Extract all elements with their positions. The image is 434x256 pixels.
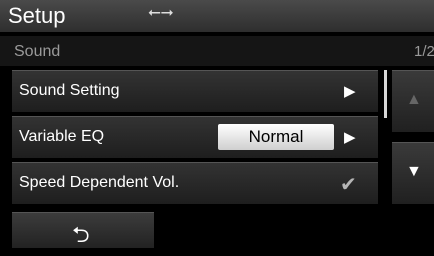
back-arrow-icon: ⮌ bbox=[72, 222, 90, 247]
right-arrow-icon: ▶ bbox=[344, 83, 356, 100]
section-title: Sound bbox=[14, 43, 61, 60]
sound-setting-row[interactable]: Sound Setting ▶ bbox=[12, 70, 378, 112]
checkmark-icon[interactable]: ✔ bbox=[340, 172, 357, 197]
page-indicator: 1/2 bbox=[414, 43, 434, 60]
right-arrow-icon: ▶ bbox=[344, 129, 356, 146]
variable-eq-label: Variable EQ bbox=[19, 128, 105, 145]
variable-eq-value[interactable]: Normal bbox=[218, 124, 334, 150]
speed-dependent-vol-label: Speed Dependent Vol. bbox=[19, 174, 180, 191]
up-arrow-icon: ▲ bbox=[406, 91, 422, 108]
scroll-up-button[interactable]: ▲ bbox=[392, 70, 434, 132]
title-bar: Setup ⭠⭢ bbox=[0, 0, 434, 32]
speed-dependent-vol-row[interactable]: Speed Dependent Vol. ✔ bbox=[12, 162, 378, 204]
usb-icon: ⭠⭢ bbox=[148, 4, 174, 21]
page-title: Setup bbox=[8, 3, 66, 28]
back-button[interactable]: ⮌ bbox=[12, 212, 154, 248]
scroll-down-button[interactable]: ▼ bbox=[392, 142, 434, 204]
variable-eq-row[interactable]: Variable EQ Normal ▶ bbox=[12, 116, 378, 158]
down-arrow-icon: ▼ bbox=[406, 163, 422, 180]
section-bar: Sound 1/2 bbox=[0, 36, 434, 66]
sound-setting-label: Sound Setting bbox=[19, 82, 120, 99]
scroll-position-indicator bbox=[384, 70, 387, 118]
